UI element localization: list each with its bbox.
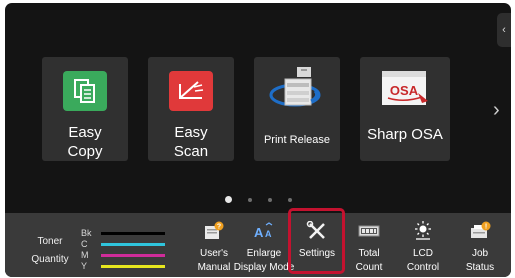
lcd-control-button[interactable]: LCD Control (398, 217, 448, 275)
total-count-button[interactable]: Total Count (344, 217, 394, 275)
tile-print-release[interactable]: Print Release (254, 57, 340, 161)
taskbar: Toner Quantity Bk C M Y ? User's Manual … (5, 213, 511, 277)
toner-level-bar (101, 243, 165, 246)
enlarge-display-mode-button[interactable]: A A Enlarge Display Mode (234, 217, 294, 275)
tile-easy-copy[interactable]: Easy Copy (42, 57, 128, 161)
toner-channel-name: C (81, 239, 88, 249)
sharp-osa-icon: OSA (376, 67, 434, 113)
toner-label-line2: Quantity (31, 254, 69, 265)
job-status-button[interactable]: ! Job Status (455, 217, 505, 275)
tile-label: Easy Scan (148, 123, 234, 161)
toner-row-c: C (81, 239, 171, 250)
tb-label-line2: Control (406, 262, 440, 273)
toner-label: Toner Quantity (25, 233, 75, 269)
svg-text:A: A (265, 229, 272, 239)
toner-track (101, 254, 165, 257)
toner-track (101, 265, 165, 268)
settings-button[interactable]: Settings (292, 217, 342, 275)
tb-label-line2: Display Mode (233, 262, 295, 273)
page-dot[interactable] (267, 197, 272, 202)
tb-label: Total Count (338, 247, 400, 275)
tb-label-line2: Count (355, 262, 383, 273)
tb-label-line2: Status (465, 262, 495, 273)
tile-label: Easy Copy (42, 123, 128, 161)
side-panel-tab[interactable]: ‹ (497, 13, 511, 47)
toner-channel-name: Y (81, 261, 88, 271)
toner-row-m: M (81, 250, 171, 261)
toner-level-bar (101, 254, 165, 257)
svg-text:!: ! (485, 224, 487, 231)
page-indicator (5, 191, 511, 209)
counter-icon (358, 221, 380, 241)
tile-label-line2: Copy (67, 143, 103, 160)
toner-row-bk: Bk (81, 228, 171, 239)
tb-label: Job Status (449, 247, 511, 275)
tile-label: Print Release (263, 134, 331, 146)
toner-label-line1: Toner (37, 236, 63, 247)
tile-label: Sharp OSA (367, 126, 443, 143)
brightness-icon (412, 221, 434, 241)
tb-label: LCD Control (392, 247, 454, 275)
users-manual-button[interactable]: ? User's Manual (189, 217, 239, 275)
next-page-arrow[interactable]: › (493, 99, 500, 122)
toner-track (101, 243, 165, 246)
page-dot-active[interactable] (224, 196, 232, 204)
svg-text:?: ? (217, 224, 221, 231)
tile-label-line1: Easy (68, 124, 102, 141)
toner-channel-name: Bk (81, 228, 92, 238)
tb-label-line1: Job (471, 248, 489, 259)
wrench-screwdriver-icon (306, 221, 328, 241)
svg-text:OSA: OSA (390, 83, 419, 98)
tile-label-line1: Easy (174, 124, 208, 141)
easy-scan-icon (169, 71, 213, 111)
toner-quantity[interactable]: Toner Quantity Bk C M Y (25, 218, 205, 272)
job-status-icon: ! (469, 221, 491, 241)
toner-level-bar (101, 265, 165, 268)
tile-easy-scan[interactable]: Easy Scan (148, 57, 234, 161)
tile-label-line2: Scan (173, 143, 209, 160)
page-dot[interactable] (287, 197, 292, 202)
toner-row-y: Y (81, 261, 171, 272)
print-release-icon (267, 65, 327, 113)
manual-icon: ? (203, 221, 225, 241)
tb-label-line1: Total (358, 248, 380, 259)
toner-level-bar (101, 232, 165, 235)
tb-label-line1: LCD (412, 248, 433, 259)
tile-sharp-osa[interactable]: OSA Sharp OSA (360, 57, 450, 161)
toner-track (101, 232, 165, 235)
toner-channel-name: M (81, 250, 89, 260)
easy-copy-icon (63, 71, 107, 111)
page-dot[interactable] (247, 197, 252, 202)
enlarge-text-icon: A A (253, 221, 275, 241)
home-screen: ‹ Easy Copy Easy Scan Print Release OSA … (5, 3, 511, 277)
svg-text:A: A (254, 225, 264, 240)
